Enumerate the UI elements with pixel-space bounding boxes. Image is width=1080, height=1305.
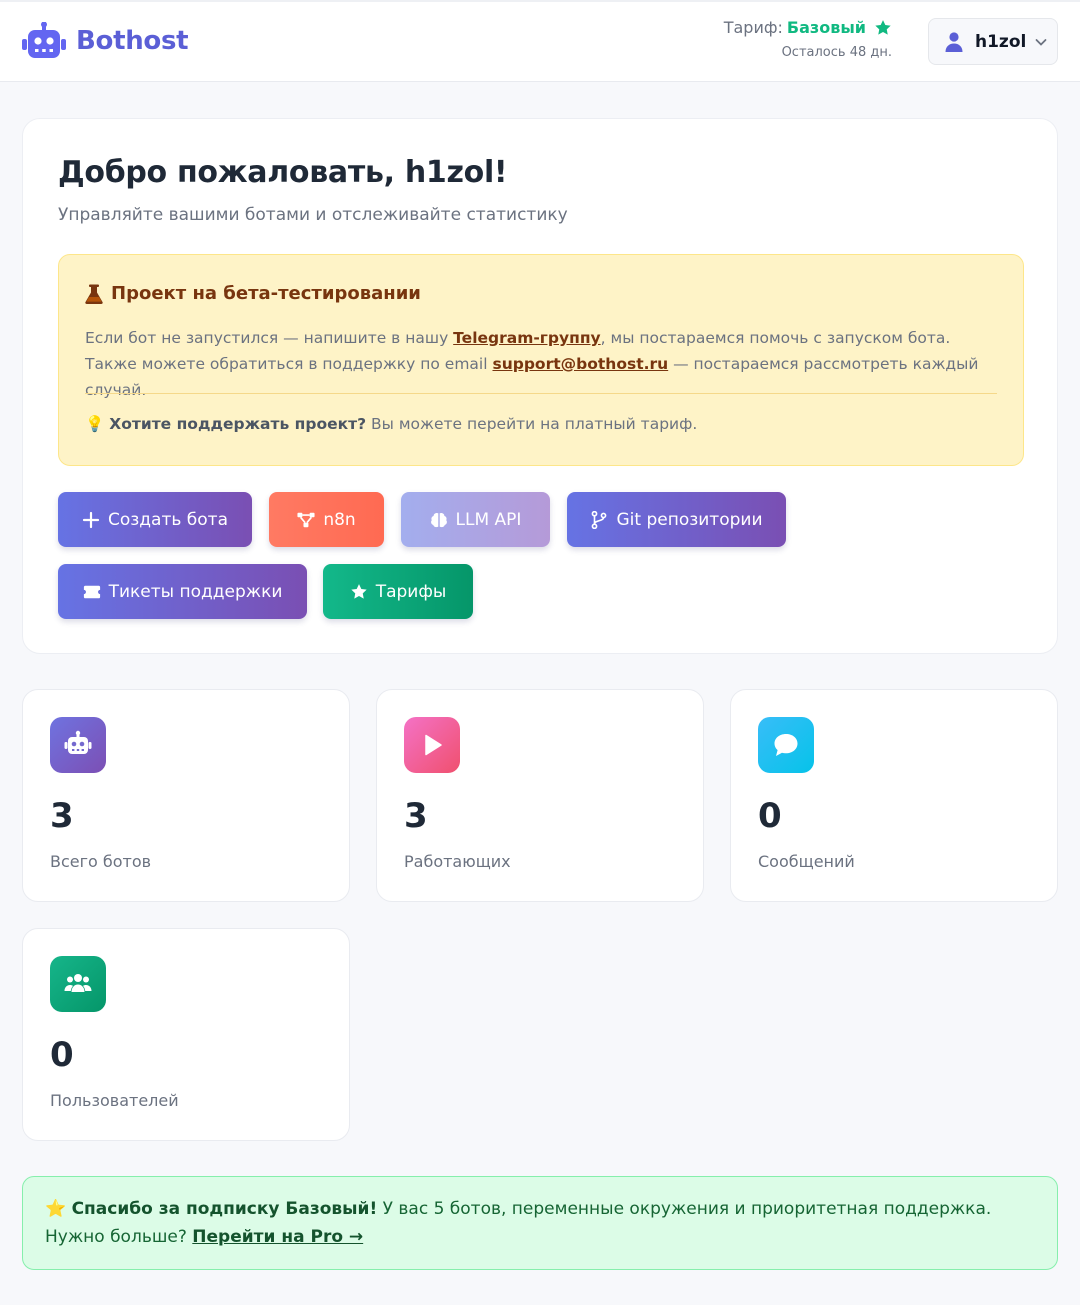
beta-notice-text: Если бот не запустился — напишите в нашу… (85, 329, 979, 399)
telegram-group-link[interactable]: Telegram-группу (453, 329, 600, 347)
stat-card-running: 3 Работающих (376, 689, 704, 902)
support-email-link[interactable]: support@bothost.ru (492, 355, 668, 373)
stat-label: Пользователей (50, 1091, 179, 1110)
llm-api-button[interactable]: LLM API (401, 492, 550, 547)
flask-icon (85, 284, 103, 304)
support-tickets-button[interactable]: Тикеты поддержки (58, 564, 307, 619)
plan-name: Базовый (786, 18, 866, 37)
divider (85, 393, 997, 394)
stat-card-total-bots: 3 Всего ботов (22, 689, 350, 902)
users-icon (50, 956, 106, 1012)
robot-icon (50, 717, 106, 773)
beta-notice-title: Проект на бета-тестировании (85, 283, 421, 304)
user-icon (945, 31, 963, 52)
n8n-button[interactable]: n8n (269, 492, 384, 547)
brand-logo[interactable]: Bothost (22, 22, 189, 60)
star-icon: ⭐ (45, 1199, 67, 1219)
workflow-icon (297, 512, 315, 527)
robot-logo-icon (22, 22, 66, 58)
plan-info: Тариф: Базовый Осталось 48 дн. (724, 18, 892, 60)
create-bot-button[interactable]: Создать бота (58, 492, 252, 547)
stat-value: 0 (758, 796, 782, 836)
welcome-card: Добро пожаловать, h1zol! Управляйте ваши… (22, 118, 1058, 654)
stat-label: Сообщений (758, 852, 855, 871)
subscription-thanks-banner: ⭐ Спасибо за подписку Базовый! У вас 5 б… (22, 1176, 1058, 1270)
plan-label: Тариф: (723, 18, 783, 37)
support-project-text: 💡 Хотите поддержать проект? Вы можете пе… (85, 415, 698, 433)
brand-name: Bothost (76, 26, 189, 56)
top-header: Bothost Тариф: Базовый Осталось 48 дн. h… (0, 0, 1080, 82)
page-title: Добро пожаловать, h1zol! (58, 155, 508, 190)
page-subtitle: Управляйте вашими ботами и отслеживайте … (58, 205, 568, 225)
ticket-icon (83, 585, 100, 598)
stat-card-users: 0 Пользователей (22, 928, 350, 1141)
chevron-down-icon (1035, 38, 1047, 46)
star-icon (351, 583, 367, 599)
stat-label: Всего ботов (50, 852, 152, 871)
stat-label: Работающих (404, 852, 511, 871)
tariffs-button[interactable]: Тарифы (323, 564, 473, 619)
stat-value: 0 (50, 1035, 74, 1075)
thanks-title: Спасибо за подписку Базовый! (71, 1199, 378, 1219)
beta-notice: Проект на бета-тестировании Если бот не … (58, 254, 1024, 466)
plus-icon (82, 511, 100, 528)
user-menu-button[interactable]: h1zol (928, 18, 1058, 65)
stat-card-messages: 0 Сообщений (730, 689, 1058, 902)
plan-days-left: Осталось 48 дн. (781, 45, 892, 60)
git-repositories-button[interactable]: Git репозитории (567, 492, 786, 547)
stat-value: 3 (404, 796, 428, 836)
bulb-icon: 💡 (85, 415, 105, 433)
username: h1zol (975, 31, 1027, 52)
chat-icon (758, 717, 814, 773)
star-icon (875, 19, 891, 35)
play-icon (404, 717, 460, 773)
git-branch-icon (592, 510, 607, 529)
stat-value: 3 (50, 796, 74, 836)
upgrade-to-pro-link[interactable]: Перейти на Pro → (192, 1227, 363, 1247)
brain-icon (430, 512, 447, 527)
